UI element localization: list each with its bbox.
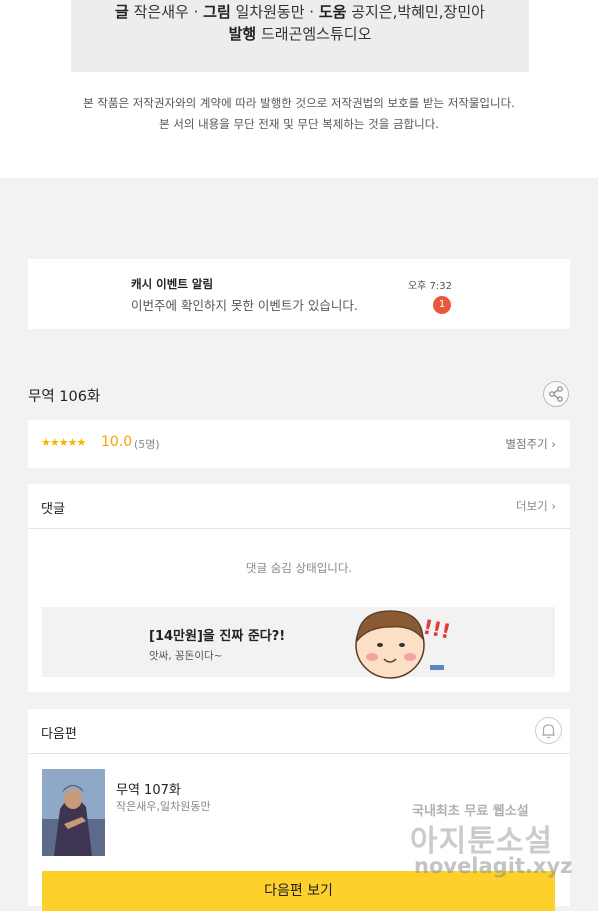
notification-time: 오후 7:32 <box>407 281 452 292</box>
next-episode-thumbnail[interactable] <box>42 769 105 856</box>
next-header: 다음편 <box>28 709 570 754</box>
comments-card: 댓글 더보기 › 댓글 숨김 상태입니다. [14만원]을 진짜 준다?! 앗싸… <box>28 484 570 692</box>
rating-count: (5명) <box>134 438 160 451</box>
artist-label: 그림 <box>203 3 231 21</box>
next-episode-button[interactable]: 다음편 보기 <box>42 871 555 911</box>
artist-name: 일차원동만 · <box>230 3 319 21</box>
rate-button[interactable]: 별점주기 › <box>505 436 556 452</box>
rating-value: 10.0 <box>101 434 133 450</box>
svg-text:!!!: !!! <box>421 614 450 643</box>
promo-banner[interactable]: [14만원]을 진짜 준다?! 앗싸, 꽁돈이다~ !!! <box>42 607 555 679</box>
credits-line-1: 글 작은새우 · 그림 일차원동만 · 도움 공지은,박혜민,장민아 <box>71 2 529 22</box>
assist-names: 공지은,박혜민,장민아 <box>346 3 485 21</box>
bell-icon <box>542 724 555 739</box>
comments-header: 댓글 더보기 › <box>28 484 570 529</box>
assist-label: 도움 <box>318 3 347 21</box>
next-episode-title[interactable]: 무역 107화 <box>116 779 181 798</box>
writer-name: 작은새우 · <box>128 3 204 21</box>
share-icon <box>549 386 563 402</box>
next-header-title: 다음편 <box>41 727 77 742</box>
comments-title: 댓글 <box>41 502 65 517</box>
event-notification[interactable]: 캐시 이벤트 알림 이번주에 확인하지 못한 이벤트가 있습니다. 오후 7:3… <box>28 259 570 329</box>
cartoon-face-icon: !!! <box>355 610 450 679</box>
copyright-line-1: 본 작품은 저작권자와의 계약에 따라 발행한 것으로 저작권법의 보호를 받는… <box>83 96 515 110</box>
episode-title: 무역 106화 <box>28 389 101 405</box>
rating-card: ★★★★★ 10.0 (5명) 별점주기 › <box>28 420 570 468</box>
notification-text: 이번주에 확인하지 못한 이벤트가 있습니다. <box>131 298 358 313</box>
credits-section: 글 작은새우 · 그림 일차원동만 · 도움 공지은,박혜민,장민아 발행 드래… <box>0 0 598 178</box>
notify-button[interactable] <box>535 717 562 744</box>
banner-subtitle: 앗싸, 꽁돈이다~ <box>149 650 223 662</box>
writer-label: 글 <box>115 3 129 21</box>
notification-badge: 1 <box>433 296 451 314</box>
next-episode-authors: 작은새우,일차원동만 <box>116 800 211 813</box>
next-episode-card: 다음편 무역 107화 작은새우,일차원동만 다음편 보기 <box>28 709 570 911</box>
copyright-line-2: 본 서의 내용을 무단 전재 및 무단 복제하는 것을 금합니다. <box>159 117 439 131</box>
banner-title: [14만원]을 진짜 준다?! <box>149 629 286 644</box>
credits-line-2: 발행 드래곤엠스튜디오 <box>71 24 529 44</box>
comments-hidden-message: 댓글 숨김 상태입니다. <box>245 561 353 575</box>
rating-stars: ★★★★★ <box>41 436 86 449</box>
notification-title: 캐시 이벤트 알림 <box>131 277 214 291</box>
publisher-name: 드래곤엠스튜디오 <box>256 25 372 43</box>
publisher-label: 발행 <box>228 25 257 43</box>
comments-more-link[interactable]: 더보기 › <box>516 498 556 514</box>
share-button[interactable] <box>543 381 569 407</box>
credits-box: 글 작은새우 · 그림 일차원동만 · 도움 공지은,박혜민,장민아 발행 드래… <box>71 0 529 72</box>
